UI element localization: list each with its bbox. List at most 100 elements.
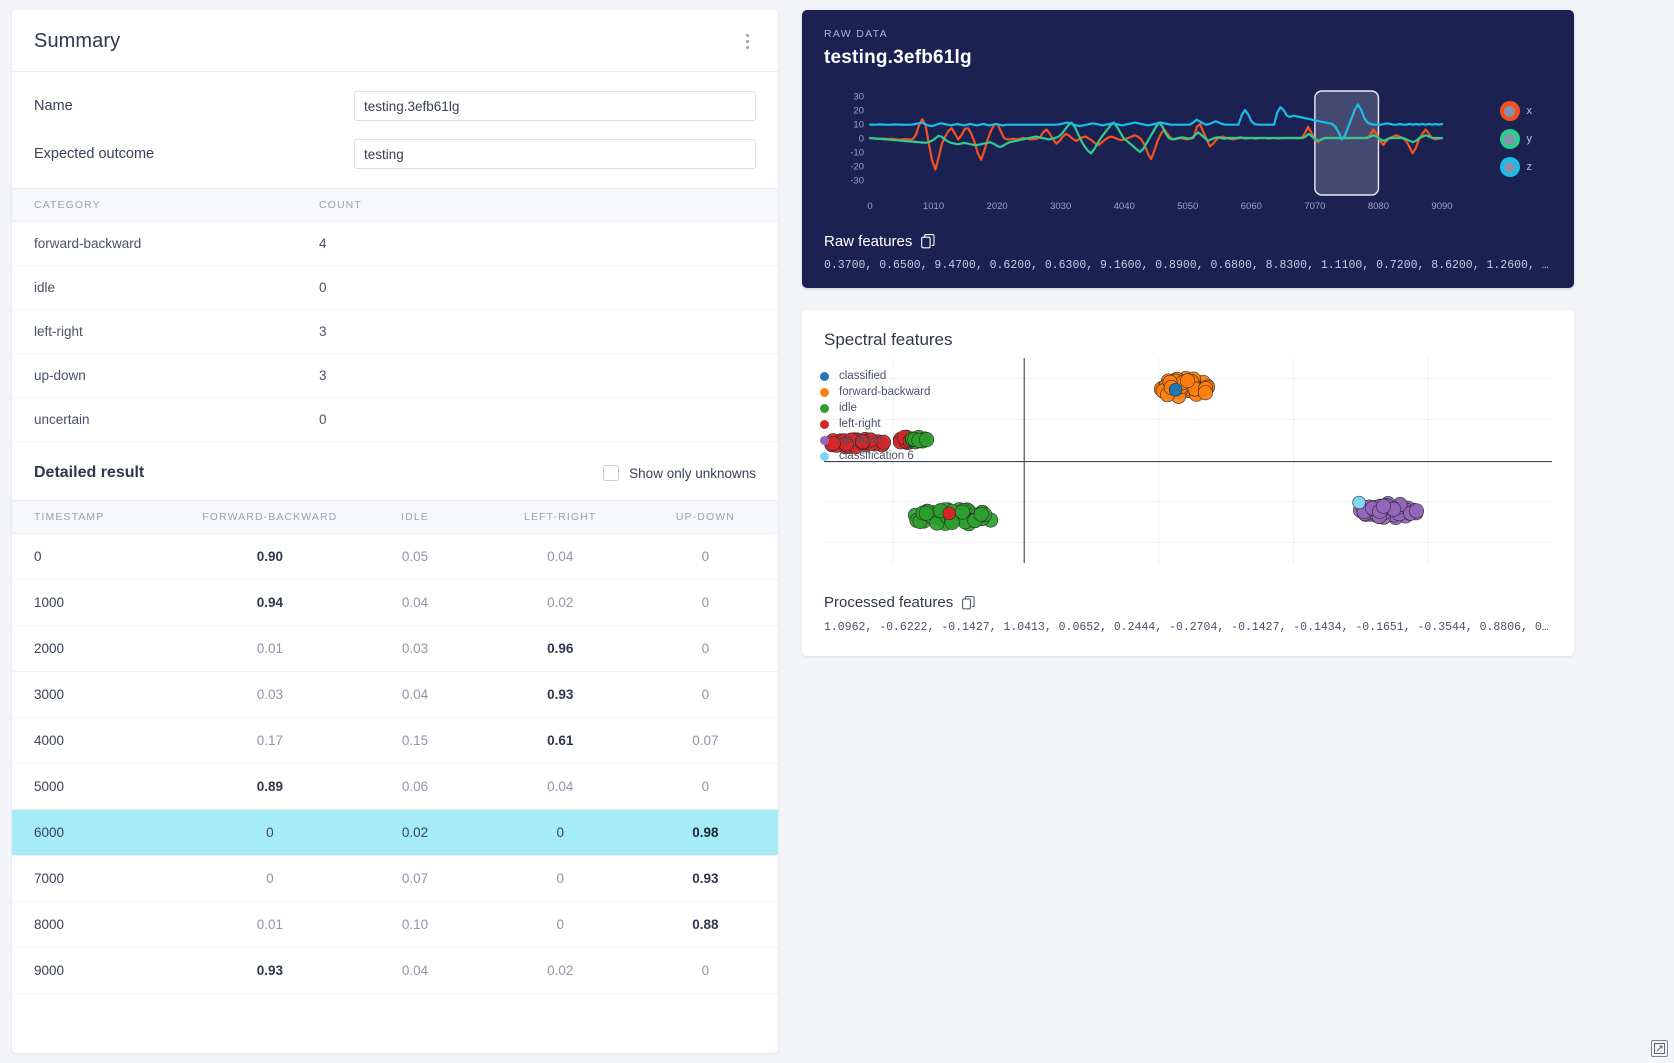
legend-dot [820,452,829,461]
left-right-cell: 0.02 [488,948,633,994]
left-right-cell: 0.04 [488,764,633,810]
count-cell: 0 [297,266,778,310]
spectral-scatter-chart[interactable]: classifiedforward-backwardidleleft-right… [802,358,1574,588]
legend-item-forward-backward[interactable]: forward-backward [820,384,930,400]
detailed-result-table-body: 00.900.050.04010000.940.040.02020000.010… [12,534,778,994]
table-row[interactable]: 40000.170.150.610.07 [12,718,778,764]
raw-features-values: 0.3700, 0.6500, 9.4700, 0.6200, 0.6300, … [824,259,1552,272]
forward-backward-cell: 0.01 [197,626,342,672]
raw-features-header: Raw features [824,233,1552,250]
svg-text:1010: 1010 [923,201,944,212]
table-row[interactable]: 700000.0700.93 [12,856,778,902]
raw-data-chart[interactable]: 3020100-10-20-30010102020303040405050606… [824,83,1552,223]
idle-cell: 0.04 [342,948,487,994]
legend-item-y[interactable]: y [1500,129,1533,149]
forward-backward-cell: 0.93 [197,948,342,994]
legend-item-classified[interactable]: classified [820,368,930,384]
spectral-features-card: Spectral features classifiedforward-back… [802,310,1574,656]
up-down-cell: 0 [633,764,778,810]
name-field-row: Name [12,82,778,130]
left-right-cell: 0 [488,856,633,902]
table-row[interactable]: 80000.010.1000.88 [12,902,778,948]
raw-data-title: testing.3efb61lg [824,47,1552,69]
svg-text:-20: -20 [850,161,864,172]
processed-features-values: 1.0962, -0.6222, -0.1427, 1.0413, 0.0652… [824,621,1552,634]
up-down-column-header: UP-DOWN [633,501,778,534]
svg-text:7070: 7070 [1304,201,1325,212]
category-column-header: CATEGORY [12,189,297,222]
app-root: Summary Name Expected outcome CATEGORY C… [0,0,1674,1063]
table-row[interactable]: left-right3 [12,310,778,354]
svg-text:0: 0 [859,133,864,144]
idle-cell: 0.06 [342,764,487,810]
table-row[interactable]: forward-backward4 [12,222,778,266]
forward-backward-cell: 0.89 [197,764,342,810]
svg-text:3030: 3030 [1050,201,1071,212]
copy-icon[interactable] [921,234,935,249]
legend-item-left-right[interactable]: left-right [820,416,930,432]
kebab-menu-icon[interactable] [738,31,756,53]
left-right-cell: 0.93 [488,672,633,718]
scatter-point [1198,386,1212,400]
table-row[interactable]: 50000.890.060.040 [12,764,778,810]
left-right-cell: 0.61 [488,718,633,764]
count-column-header: COUNT [297,189,778,222]
up-down-cell: 0 [633,534,778,580]
raw-data-eyebrow: RAW DATA [824,28,1552,40]
legend-label-y: y [1527,133,1533,145]
up-down-cell: 0 [633,580,778,626]
spectral-scatter-svg[interactable] [824,358,1552,588]
scatter-point [974,507,988,521]
legend-item-classification-6[interactable]: classification 6 [820,448,930,464]
legend-item-up-down[interactable]: up-down [820,432,930,448]
legend-dot [820,420,829,429]
timestamp-cell: 6000 [12,810,197,856]
count-cell: 3 [297,310,778,354]
table-row[interactable]: up-down3 [12,354,778,398]
legend-item-idle[interactable]: idle [820,400,930,416]
timestamp-cell: 0 [12,534,197,580]
count-cell: 0 [297,398,778,442]
table-row[interactable]: 20000.010.030.960 [12,626,778,672]
timestamp-cell: 5000 [12,764,197,810]
table-row[interactable]: uncertain0 [12,398,778,442]
expected-outcome-field-row: Expected outcome [12,130,778,178]
table-row[interactable]: 10000.940.040.020 [12,580,778,626]
legend-item-x[interactable]: x [1500,101,1533,121]
raw-features-label: Raw features [824,233,912,250]
name-input[interactable] [354,91,756,121]
forward-backward-cell: 0.17 [197,718,342,764]
right-column: RAW DATA testing.3efb61lg 3020100-10-20-… [802,10,1574,1063]
show-only-unknowns-checkbox[interactable] [603,465,619,481]
category-cell: left-right [12,310,297,354]
table-row[interactable]: 30000.030.040.930 [12,672,778,718]
legend-label-z: z [1527,161,1533,173]
show-only-unknowns-toggle[interactable]: Show only unknowns [603,465,756,481]
category-cell: idle [12,266,297,310]
detailed-result-header-row: TIMESTAMP FORWARD-BACKWARD IDLE LEFT-RIG… [12,501,778,534]
forward-backward-cell: 0.94 [197,580,342,626]
category-cell: forward-backward [12,222,297,266]
left-column: Summary Name Expected outcome CATEGORY C… [12,10,778,1063]
resize-window-icon[interactable] [1651,1040,1668,1057]
copy-icon[interactable] [962,596,975,610]
table-row[interactable]: idle0 [12,266,778,310]
raw-data-chart-svg[interactable]: 3020100-10-20-30010102020303040405050606… [824,83,1552,223]
legend-dot-z [1500,157,1520,177]
svg-text:20: 20 [853,105,864,116]
left-right-cell: 0.96 [488,626,633,672]
table-row[interactable]: 90000.930.040.020 [12,948,778,994]
left-right-column-header: LEFT-RIGHT [488,501,633,534]
count-cell: 4 [297,222,778,266]
name-label: Name [34,98,354,114]
expected-outcome-input[interactable] [354,139,756,169]
legend-item-z[interactable]: z [1500,157,1533,177]
forward-backward-cell: 0 [197,856,342,902]
table-row[interactable]: 600000.0200.98 [12,810,778,856]
summary-card: Summary Name Expected outcome CATEGORY C… [12,10,778,1053]
detailed-result-header: Detailed result Show only unknowns [12,442,778,500]
table-row[interactable]: 00.900.050.040 [12,534,778,580]
timestamp-cell: 3000 [12,672,197,718]
scatter-point [1376,499,1390,513]
svg-text:2020: 2020 [987,201,1008,212]
